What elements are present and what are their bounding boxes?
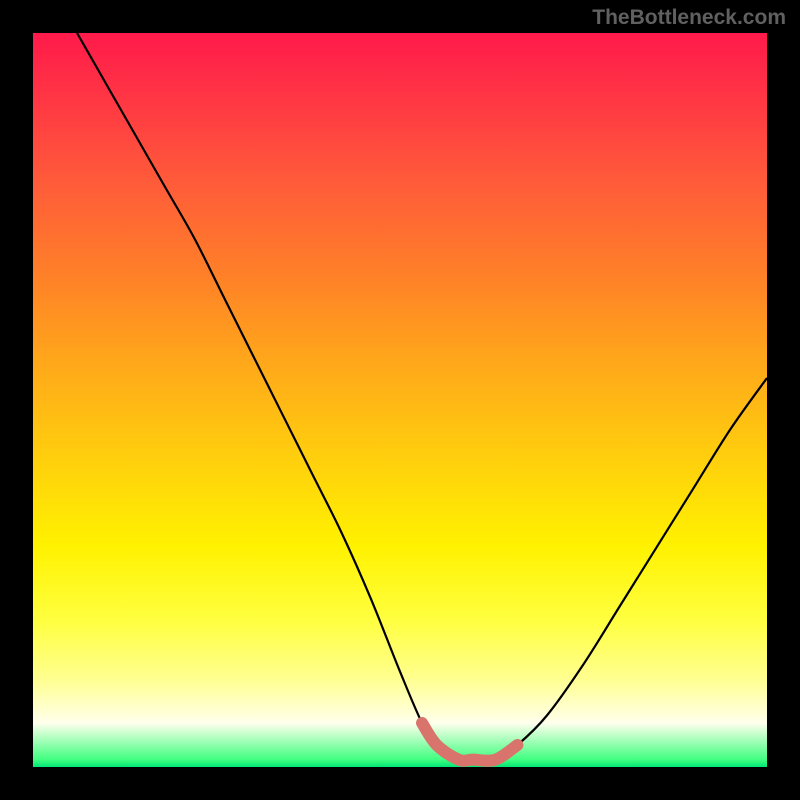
bottleneck-curve — [77, 33, 767, 761]
chart-canvas — [33, 33, 767, 767]
optimal-zone-marker — [422, 723, 517, 761]
watermark-text: TheBottleneck.com — [592, 6, 786, 30]
chart-svg — [33, 33, 767, 767]
